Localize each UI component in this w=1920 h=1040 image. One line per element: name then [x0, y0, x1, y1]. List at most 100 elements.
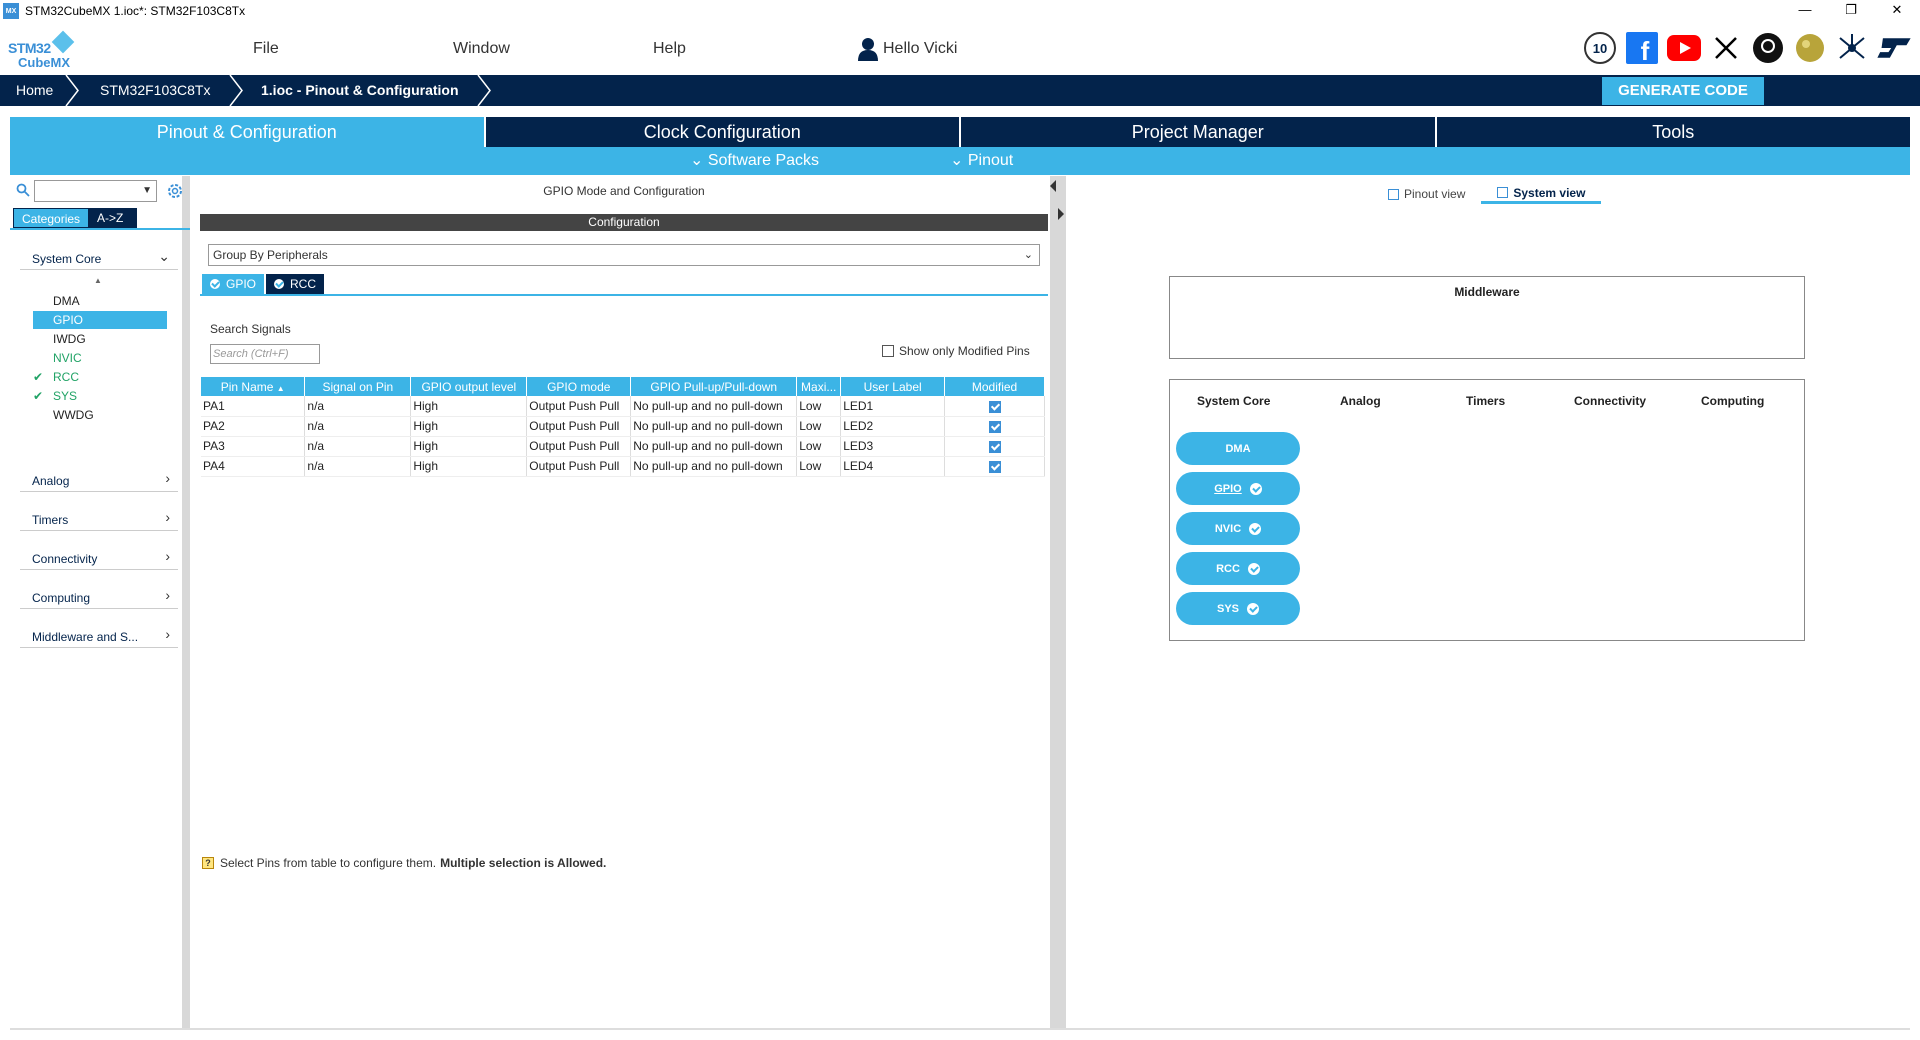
peripheral-nvic[interactable]: NVIC	[33, 349, 167, 367]
subtab-gpio[interactable]: GPIO	[202, 274, 265, 294]
github-icon[interactable]	[1750, 30, 1786, 66]
tab-clock-configuration[interactable]: Clock Configuration	[485, 117, 959, 147]
tab-a-z[interactable]: A->Z	[89, 208, 138, 228]
gear-icon[interactable]	[166, 182, 184, 200]
pill-rcc[interactable]: RCC	[1176, 552, 1300, 585]
menu-window[interactable]: Window	[453, 40, 510, 58]
checkbox-checked-icon[interactable]	[988, 440, 1001, 453]
user-greeting[interactable]: Hello Vicki	[883, 40, 957, 58]
peripheral-dma[interactable]: DMA	[33, 292, 167, 310]
search-icon[interactable]	[16, 183, 30, 197]
chevron-right-icon	[65, 75, 79, 106]
tab-tools[interactable]: Tools	[1436, 117, 1910, 147]
col-modified[interactable]: Modified	[944, 377, 1045, 396]
pill-nvic[interactable]: NVIC	[1176, 512, 1300, 545]
close-button[interactable]: ✕	[1874, 0, 1920, 22]
minimize-button[interactable]: —	[1782, 0, 1828, 22]
category-analog[interactable]: Analog ›	[20, 466, 178, 492]
configuration-header: Configuration	[200, 214, 1048, 231]
pill-sys[interactable]: SYS	[1176, 592, 1300, 625]
col-pin-name[interactable]: Pin Name ▲	[201, 377, 306, 396]
search-signals-input[interactable]: Search (Ctrl+F)	[210, 344, 320, 364]
tab-project-manager[interactable]: Project Manager	[961, 117, 1435, 147]
middleware-box: Middleware	[1169, 276, 1805, 359]
col-connectivity: Connectivity	[1574, 394, 1647, 408]
col-analog: Analog	[1340, 394, 1381, 408]
chevron-down-icon: ⌄	[950, 152, 964, 169]
youtube-icon[interactable]	[1666, 30, 1702, 66]
tab-pinout-view[interactable]: Pinout view	[1372, 184, 1481, 204]
peripheral-iwdg[interactable]: IWDG	[33, 330, 167, 348]
category-timers[interactable]: Timers ›	[20, 505, 178, 531]
tab-system-view[interactable]: System view	[1481, 184, 1602, 204]
restore-button[interactable]: ❐	[1828, 0, 1874, 22]
anniversary-10-icon[interactable]: 10	[1582, 30, 1618, 66]
categories-box: System Core Analog Timers Connectivity C…	[1169, 379, 1805, 641]
check-circle-icon	[1247, 602, 1259, 615]
col-gpio-mode[interactable]: GPIO mode	[526, 377, 632, 396]
table-row[interactable]: PA1 n/a High Output Push Pull No pull-up and…	[201, 396, 1045, 417]
col-computing: Computing	[1701, 394, 1765, 408]
peripheral-rcc[interactable]: ✔ RCC	[33, 368, 167, 386]
col-pull[interactable]: GPIO Pull-up/Pull-down	[630, 377, 798, 396]
menu-help[interactable]: Help	[653, 40, 686, 58]
col-output-level[interactable]: GPIO output level	[410, 377, 528, 396]
peripheral-wwdg[interactable]: WWDG	[33, 406, 167, 424]
tab-pinout-configuration[interactable]: Pinout & Configuration	[10, 117, 484, 147]
chip-icon	[1388, 188, 1399, 200]
pill-dma[interactable]: DMA	[1176, 432, 1300, 465]
col-user-label[interactable]: User Label	[840, 377, 946, 396]
category-connectivity[interactable]: Connectivity ›	[20, 544, 178, 570]
col-timers: Timers	[1466, 394, 1506, 408]
category-system-core[interactable]: System Core ⌄	[20, 244, 178, 270]
menu-file[interactable]: File	[253, 40, 279, 58]
network-icon[interactable]	[1834, 30, 1870, 66]
collapse-left-icon[interactable]	[1050, 180, 1056, 192]
show-modified-checkbox[interactable]: Show only Modified Pins	[882, 344, 1030, 358]
category-middleware[interactable]: Middleware and S... ›	[20, 622, 178, 648]
table-row[interactable]: PA4 n/a High Output Push Pull No pull-up and…	[201, 456, 1045, 477]
pinout-menu[interactable]: ⌄ Pinout	[950, 147, 1013, 175]
group-by-select[interactable]: Group By Peripherals ⌄	[208, 244, 1040, 266]
table-row[interactable]: PA2 n/a High Output Push Pull No pull-up and…	[201, 416, 1045, 437]
grid-icon	[1497, 187, 1509, 198]
peripheral-gpio[interactable]: GPIO	[33, 311, 167, 329]
x-icon[interactable]	[1708, 30, 1744, 66]
breadcrumb-home[interactable]: Home	[16, 75, 53, 106]
panel-splitter[interactable]	[1050, 176, 1066, 1028]
left-sidebar: ▼ Categories A->Z System Core ⌄ ▲ DMA GP…	[10, 176, 190, 1028]
tab-categories[interactable]: Categories	[13, 208, 90, 228]
check-circle-icon	[1249, 482, 1262, 495]
subtab-rcc[interactable]: RCC	[266, 274, 325, 294]
breadcrumb-device[interactable]: STM32F103C8Tx	[100, 75, 210, 106]
table-row[interactable]: PA3 n/a High Output Push Pull No pull-up and…	[201, 436, 1045, 457]
software-packs-menu[interactable]: ⌄ Software Packs	[690, 147, 819, 175]
category-computing[interactable]: Computing ›	[20, 583, 178, 609]
chevron-right-icon	[229, 75, 243, 106]
st-logo-icon[interactable]	[1876, 30, 1912, 66]
breadcrumb-current[interactable]: 1.ioc - Pinout & Configuration	[261, 75, 459, 106]
chevron-right-icon: ›	[165, 548, 170, 564]
search-combo[interactable]: ▼	[34, 180, 157, 202]
check-icon: ✔	[33, 389, 44, 403]
pill-gpio[interactable]: GPIO	[1176, 472, 1300, 505]
check-circle-icon	[210, 279, 220, 289]
peripheral-sys[interactable]: ✔ SYS	[33, 387, 167, 405]
col-max-speed[interactable]: Maxi...	[796, 377, 842, 396]
chevron-down-icon: ⌄	[158, 248, 170, 264]
community-icon[interactable]	[1792, 30, 1828, 66]
hint-message: ? Select Pins from table to configure th…	[202, 856, 606, 870]
check-circle-icon	[1249, 522, 1262, 535]
generate-code-button[interactable]: GENERATE CODE	[1602, 77, 1764, 105]
chevron-right-icon: ›	[165, 626, 170, 642]
pin-table: Pin Name ▲ Signal on Pin GPIO output lev…	[201, 377, 1045, 477]
expand-right-icon[interactable]	[1058, 208, 1064, 220]
checkbox-checked-icon[interactable]	[988, 460, 1001, 473]
user-icon	[858, 38, 878, 61]
facebook-icon[interactable]: f	[1624, 30, 1660, 66]
col-signal[interactable]: Signal on Pin	[304, 377, 412, 396]
checkbox-checked-icon[interactable]	[988, 420, 1001, 433]
main-tabs: Pinout & Configuration Clock Configurati…	[10, 117, 1910, 147]
sort-icon[interactable]: ▲	[94, 276, 102, 285]
checkbox-checked-icon[interactable]	[988, 400, 1001, 413]
